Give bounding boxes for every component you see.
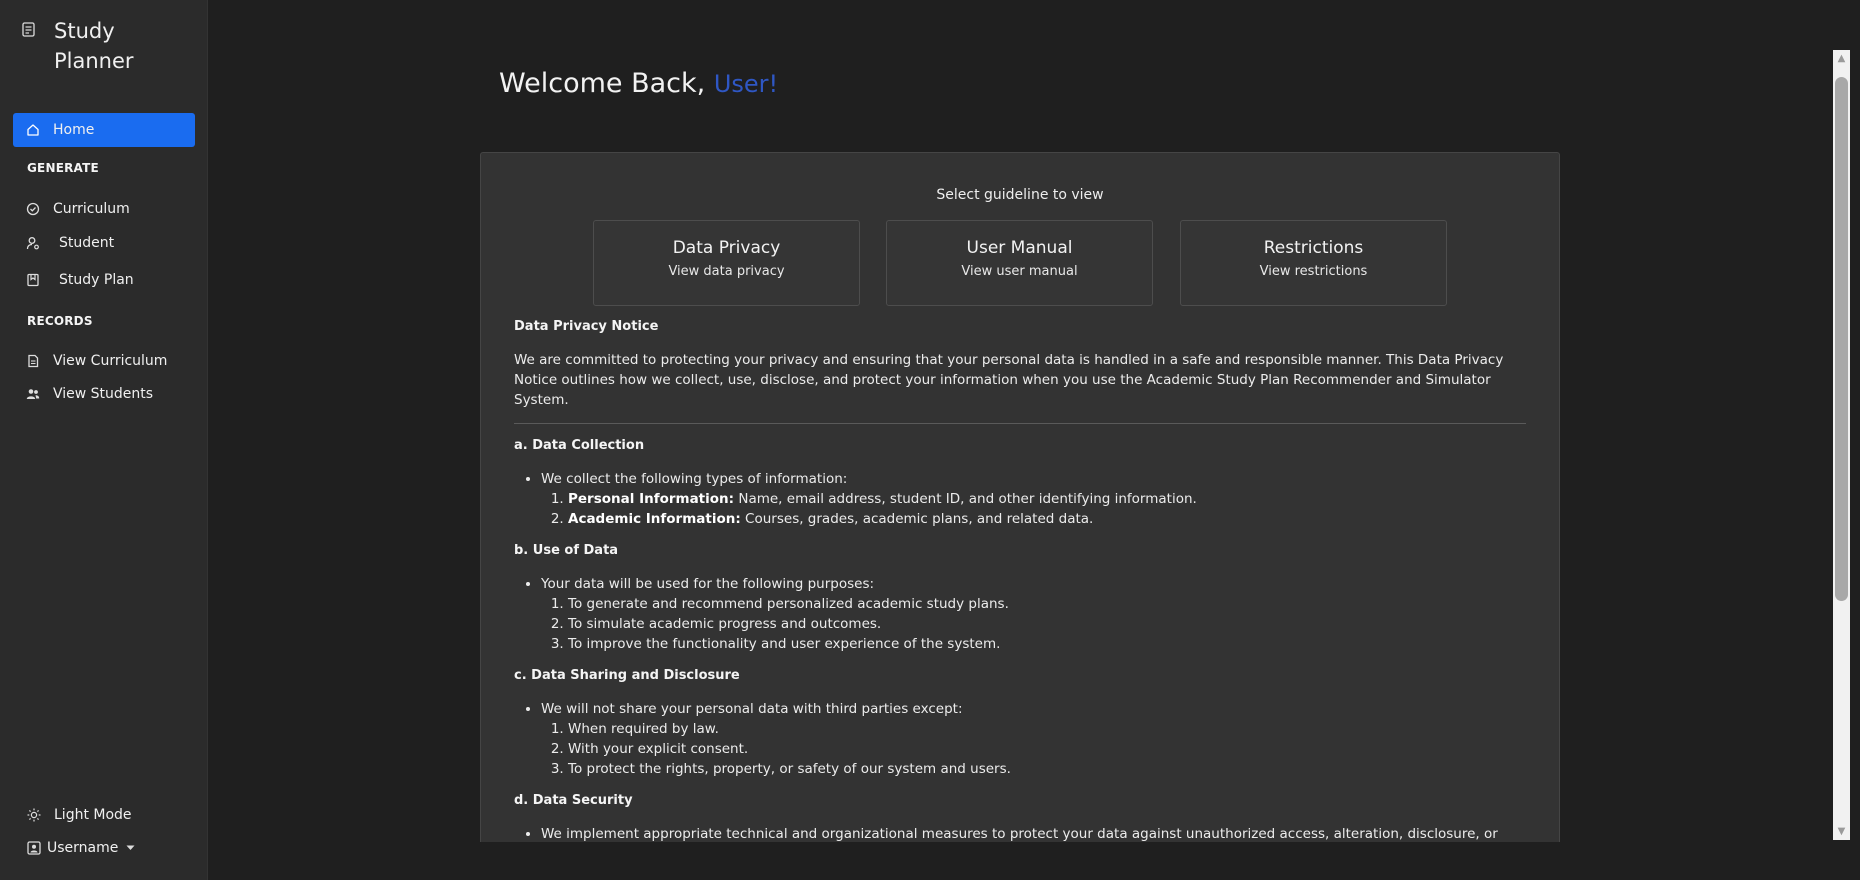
sidebar-item-label: Study Plan xyxy=(59,272,134,288)
card-user-manual[interactable]: User Manual View user manual xyxy=(886,220,1153,306)
item-bold: Personal Information: xyxy=(568,491,735,507)
section-heading: d. Data Security xyxy=(514,793,633,808)
users-icon xyxy=(26,387,40,401)
section-label-generate: GENERATE xyxy=(27,161,99,175)
card-title: User Manual xyxy=(966,238,1073,258)
notebook-icon xyxy=(22,22,36,38)
list-item: Personal Information: Name, email addres… xyxy=(568,489,1526,509)
page-title: Welcome Back, User! xyxy=(499,68,778,99)
user-square-icon xyxy=(27,841,41,855)
sidebar-item-label: Student xyxy=(59,235,115,251)
scroll-thumb[interactable] xyxy=(1835,77,1848,601)
section-heading: c. Data Sharing and Disclosure xyxy=(514,668,740,683)
sidebar-item-curriculum[interactable]: Curriculum xyxy=(13,192,195,226)
sidebar-item-label: Home xyxy=(53,122,95,138)
section-heading: b. Use of Data xyxy=(514,543,619,558)
caret-down-icon xyxy=(126,845,135,851)
divider xyxy=(514,423,1526,424)
scroll-up-icon[interactable]: ▲ xyxy=(1833,50,1850,67)
page-bottom-margin xyxy=(208,842,1833,880)
item-text: Courses, grades, academic plans, and rel… xyxy=(740,511,1094,527)
sidebar: Study Planner Home GENERATE Curriculum S… xyxy=(0,0,208,880)
list-item: To simulate academic progress and outcom… xyxy=(568,614,1526,634)
section-list: We collect the following types of inform… xyxy=(514,469,1526,529)
card-subtitle: View data privacy xyxy=(668,264,785,279)
brand[interactable]: Study Planner xyxy=(22,16,154,76)
bullet-text: We implement appropriate technical and o… xyxy=(541,826,1498,842)
app-title: Study Planner xyxy=(54,19,134,73)
bullet-text: We collect the following types of inform… xyxy=(541,471,848,487)
list-item: Academic Information: Courses, grades, a… xyxy=(568,509,1526,529)
card-subtitle: View user manual xyxy=(961,264,1078,279)
notice-heading: Data Privacy Notice xyxy=(514,319,659,334)
sidebar-item-label: Curriculum xyxy=(53,201,130,217)
light-mode-toggle[interactable]: Light Mode xyxy=(27,807,132,823)
card-subtitle: View restrictions xyxy=(1259,264,1368,279)
item-text: Name, email address, student ID, and oth… xyxy=(734,491,1197,507)
list-item: We implement appropriate technical and o… xyxy=(541,824,1526,844)
bullet-text: Your data will be used for the following… xyxy=(541,576,875,592)
sidebar-item-label: View Curriculum xyxy=(53,353,168,369)
card-data-privacy[interactable]: Data Privacy View data privacy xyxy=(593,220,860,306)
document-icon xyxy=(26,354,40,368)
user-name: User! xyxy=(713,70,779,98)
bookmark-icon xyxy=(26,273,40,287)
item-bold: Academic Information: xyxy=(568,511,741,527)
welcome-text: Welcome Back, xyxy=(499,68,706,99)
select-guideline-label: Select guideline to view xyxy=(936,187,1104,203)
section-list: Your data will be used for the following… xyxy=(514,574,1526,654)
bullet-text: We will not share your personal data wit… xyxy=(541,701,963,717)
check-circle-icon xyxy=(26,202,40,216)
sidebar-item-label: View Students xyxy=(53,386,154,402)
sun-icon xyxy=(27,808,41,822)
sub-list: Personal Information: Name, email addres… xyxy=(541,489,1526,529)
privacy-notice: Data Privacy Notice We are committed to … xyxy=(514,317,1526,856)
sub-list: When required by law. With your explicit… xyxy=(541,719,1526,779)
sidebar-item-home[interactable]: Home xyxy=(13,113,195,147)
sidebar-item-study-plan[interactable]: Study Plan xyxy=(13,263,195,297)
list-item: To protect the rights, property, or safe… xyxy=(568,759,1526,779)
sub-list: To generate and recommend personalized a… xyxy=(541,594,1526,654)
notice-intro: We are committed to protecting your priv… xyxy=(514,352,1504,408)
sidebar-item-view-curriculum[interactable]: View Curriculum xyxy=(13,344,195,378)
list-item: We will not share your personal data wit… xyxy=(541,699,1526,779)
section-heading: a. Data Collection xyxy=(514,438,645,453)
card-title: Restrictions xyxy=(1263,238,1364,258)
list-item: To improve the functionality and user ex… xyxy=(568,634,1526,654)
card-title: Data Privacy xyxy=(672,238,781,258)
list-item: To generate and recommend personalized a… xyxy=(568,594,1526,614)
scrollbar[interactable]: ▲ ▼ xyxy=(1833,50,1850,840)
section-list: We will not share your personal data wit… xyxy=(514,699,1526,779)
user-menu[interactable]: Username xyxy=(27,840,135,856)
sidebar-item-view-students[interactable]: View Students xyxy=(13,377,195,411)
list-item: We collect the following types of inform… xyxy=(541,469,1526,529)
guidelines-panel: Select guideline to view Data Privacy Vi… xyxy=(480,152,1560,880)
list-item: With your explicit consent. xyxy=(568,739,1526,759)
username-label: Username xyxy=(47,840,119,856)
user-icon xyxy=(26,236,40,250)
light-mode-label: Light Mode xyxy=(54,807,132,823)
list-item: When required by law. xyxy=(568,719,1526,739)
card-restrictions[interactable]: Restrictions View restrictions xyxy=(1180,220,1447,306)
list-item: Your data will be used for the following… xyxy=(541,574,1526,654)
section-list: We implement appropriate technical and o… xyxy=(514,824,1526,844)
scroll-down-icon[interactable]: ▼ xyxy=(1833,823,1850,840)
section-label-records: RECORDS xyxy=(27,314,93,328)
sidebar-item-student[interactable]: Student xyxy=(13,226,195,260)
home-icon xyxy=(26,123,40,137)
